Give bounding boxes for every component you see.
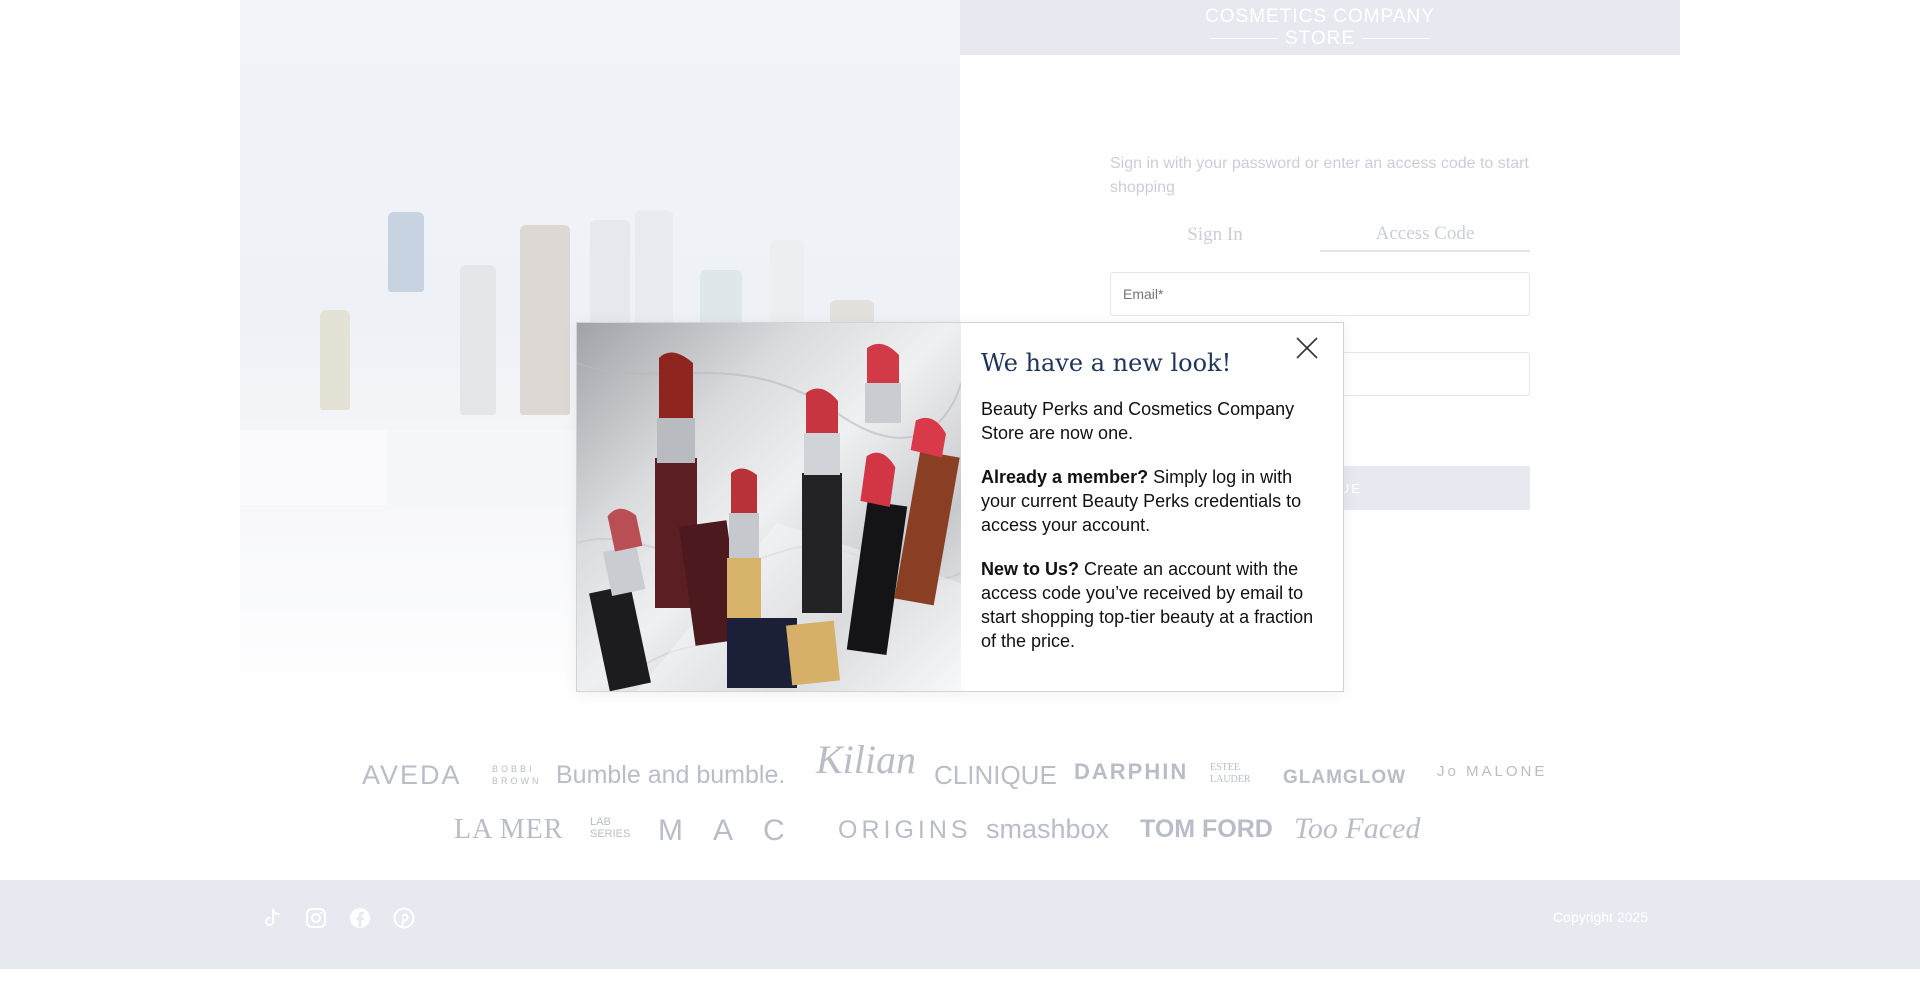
brand-lab-series[interactable]: LAB SERIES (590, 816, 638, 840)
pinterest-icon[interactable] (390, 904, 418, 932)
logo-rule-right (1362, 38, 1430, 39)
brand-darphin[interactable]: DARPHIN (1074, 761, 1188, 783)
copyright-text: Copyright 2025 (1553, 909, 1648, 925)
tiktok-icon[interactable] (258, 904, 286, 932)
brand-kilian[interactable]: Kilian (816, 740, 916, 780)
member-label: Already a member? (981, 467, 1149, 487)
store-logo-line2[interactable]: STORE (960, 28, 1680, 50)
brand-jo-malone[interactable]: Jo MALONE (1437, 764, 1547, 779)
brand-aveda[interactable]: AVEDA (362, 762, 462, 789)
brand-la-mer[interactable]: LA MER (454, 816, 563, 844)
modal-paragraph-member: Already a member? Simply log in with you… (981, 465, 1321, 537)
new-label: New to Us? (981, 559, 1080, 579)
hero-block (240, 430, 386, 505)
brand-too-faced[interactable]: Too Faced (1294, 814, 1420, 844)
brand-glamglow[interactable]: GLAMGLOW (1283, 768, 1406, 787)
instagram-icon[interactable] (302, 904, 330, 932)
modal-paragraph-intro: Beauty Perks and Cosmetics Company Store… (981, 399, 1295, 443)
brand-estee-lauder[interactable]: ESTEE LAUDER (1210, 762, 1260, 786)
signin-intro: Sign in with your password or enter an a… (1110, 155, 1529, 196)
brand-clinique[interactable]: CLINIQUE (934, 762, 1057, 788)
brand-bobbi-brown[interactable]: BOBBI BROWN (492, 763, 539, 787)
close-modal-button[interactable] (1291, 333, 1323, 365)
modal-paragraph-new: New to Us? Create an account with the ac… (981, 557, 1321, 653)
tab-access-code[interactable]: Access Code (1320, 218, 1530, 252)
new-look-modal: We have a new look! Beauty Perks and Cos… (576, 322, 1344, 692)
store-logo-line1[interactable]: COSMETICS COMPANY (960, 6, 1680, 28)
brand-bumble[interactable]: Bumble and bumble. (556, 763, 785, 788)
brand-mac[interactable]: MAC (658, 816, 815, 846)
brand-origins[interactable]: ORIGINS (838, 818, 972, 843)
brand-logo-strip: AVEDA BOBBI BROWN Bumble and bumble. Kil… (0, 730, 1920, 870)
brand-smashbox[interactable]: smashbox (986, 816, 1109, 843)
tab-sign-in[interactable]: Sign In (1110, 218, 1320, 252)
store-header: COSMETICS COMPANY STORE (960, 0, 1680, 55)
modal-content: We have a new look! Beauty Perks and Cos… (961, 323, 1343, 691)
facebook-icon[interactable] (346, 904, 374, 932)
lipstick-illustration (577, 343, 961, 691)
modal-title: We have a new look! (981, 349, 1232, 377)
footer-bottom-strip (0, 969, 1920, 993)
lipstick-product-image (577, 323, 961, 691)
brand-tom-ford[interactable]: TOM FORD (1140, 817, 1273, 842)
email-field[interactable] (1110, 272, 1530, 316)
close-icon (1296, 336, 1318, 359)
